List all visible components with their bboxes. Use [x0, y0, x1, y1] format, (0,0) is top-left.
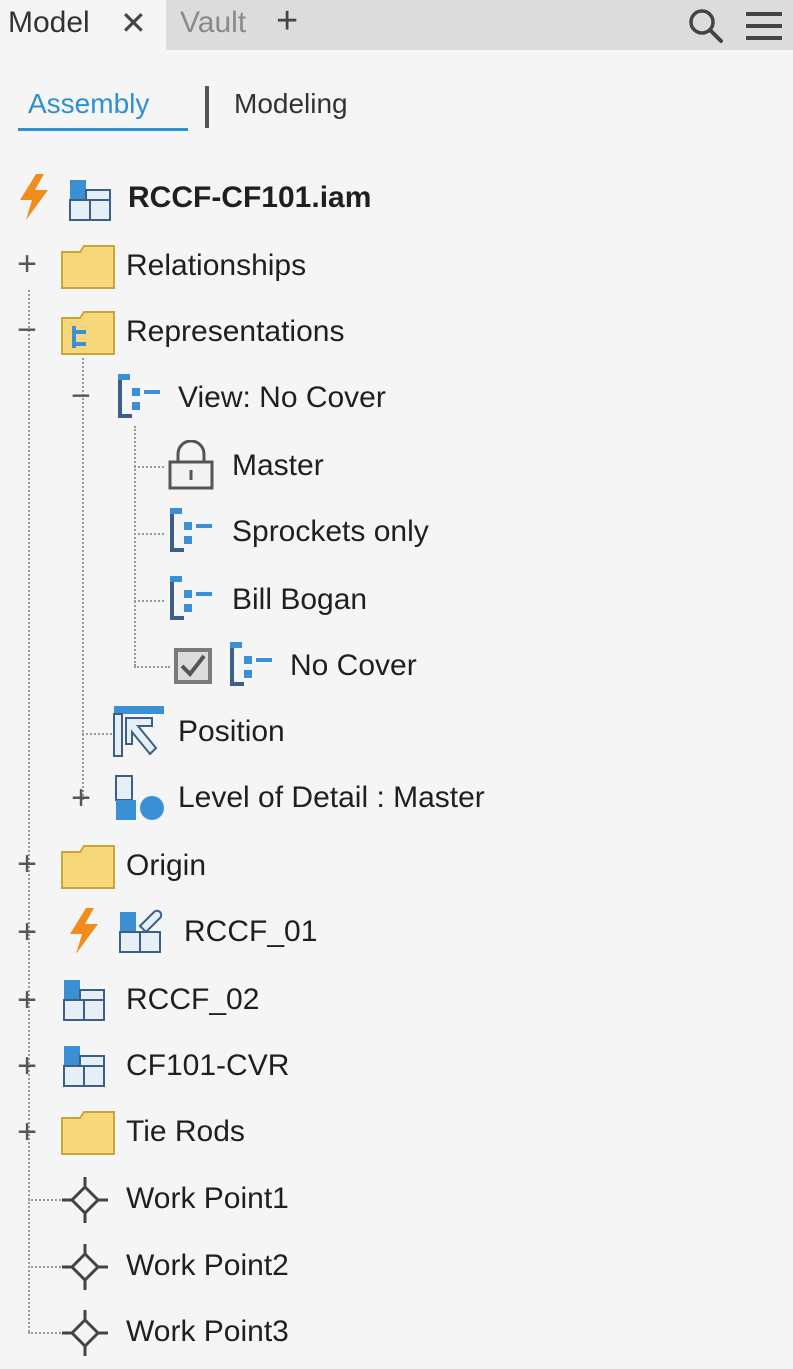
tree-root-assembly[interactable]: RCCF-CF101.iam: [0, 168, 793, 228]
view-rep-icon: [230, 642, 272, 686]
checkbox-checked-icon[interactable]: [172, 646, 214, 686]
level-of-detail-icon: [115, 775, 164, 820]
tree-item-bill-bogan[interactable]: Bill Bogan: [0, 570, 793, 630]
expand-icon[interactable]: +: [12, 1112, 42, 1152]
expand-icon[interactable]: +: [12, 244, 42, 284]
subtab-assembly[interactable]: Assembly: [28, 88, 149, 120]
tree-item-label: Master: [232, 449, 324, 482]
tree-item-label: Origin: [126, 849, 207, 882]
tree-item-label: RCCF_02: [126, 983, 260, 1016]
close-icon[interactable]: ✕: [120, 4, 147, 42]
view-rep-icon: [118, 374, 160, 418]
view-rep-icon: [170, 576, 212, 620]
subtab-modeling[interactable]: Modeling: [234, 88, 348, 120]
lock-icon: [168, 440, 214, 490]
tree-item-work-point-2[interactable]: Work Point2: [0, 1236, 793, 1296]
tree-item-sprockets-only[interactable]: Sprockets only: [0, 502, 793, 562]
tree-item-rccf-02[interactable]: + RCCF_02: [0, 970, 793, 1030]
tree-item-label: Work Point2: [126, 1249, 289, 1282]
expand-icon[interactable]: +: [12, 980, 42, 1020]
expand-icon[interactable]: +: [12, 1046, 42, 1086]
work-point-icon: [62, 1310, 108, 1356]
tree-item-label: Sprockets only: [232, 515, 429, 548]
work-point-icon: [62, 1177, 108, 1223]
tree-item-label: Work Point1: [126, 1182, 289, 1215]
collapse-icon[interactable]: −: [66, 376, 96, 416]
folder-icon: [61, 1111, 115, 1155]
tree-item-label: RCCF_01: [184, 915, 318, 948]
tree-item-label: No Cover: [290, 649, 417, 682]
tree-item-label: Representations: [126, 315, 345, 348]
tree-item-representations[interactable]: − Representations: [0, 302, 793, 362]
tree-item-work-point-1[interactable]: Work Point1: [0, 1169, 793, 1229]
hamburger-menu-icon[interactable]: [744, 10, 784, 47]
folder-icon: [61, 245, 115, 289]
active-subtab-indicator: [18, 128, 188, 131]
expand-icon[interactable]: +: [12, 912, 42, 952]
expand-icon[interactable]: +: [12, 844, 42, 884]
assembly-icon: [63, 1046, 105, 1087]
tree-item-label: Position: [178, 715, 285, 748]
tree-item-origin[interactable]: + Origin: [0, 836, 793, 896]
tree-root-label: RCCF-CF101.iam: [128, 181, 372, 214]
tree-item-level-of-detail[interactable]: + Level of Detail : Master: [0, 768, 793, 828]
add-tab-icon[interactable]: +: [276, 0, 298, 43]
tree-item-label: Work Point3: [126, 1315, 289, 1348]
subtab-divider: [205, 86, 209, 128]
assembly-icon: [69, 180, 111, 221]
tree-item-relationships[interactable]: + Relationships: [0, 236, 793, 296]
tree-item-label: Level of Detail : Master: [178, 781, 485, 814]
view-rep-icon: [170, 508, 212, 552]
representations-folder-icon: [61, 311, 115, 355]
position-rep-icon: [113, 706, 164, 757]
work-point-icon: [62, 1244, 108, 1290]
search-icon[interactable]: [686, 6, 726, 51]
assembly-icon: [63, 980, 105, 1021]
tree-item-work-point-3[interactable]: Work Point3: [0, 1302, 793, 1362]
tree-item-no-cover[interactable]: No Cover: [0, 636, 793, 696]
expand-icon[interactable]: +: [66, 778, 96, 818]
lightning-icon: [70, 908, 98, 954]
tab-vault[interactable]: Vault: [180, 6, 246, 40]
flexible-assembly-icon: [119, 909, 163, 953]
tree-item-cf101-cvr[interactable]: + CF101-CVR: [0, 1036, 793, 1096]
tree-item-label: View: No Cover: [178, 381, 386, 414]
lightning-icon: [20, 174, 48, 220]
tree-item-master[interactable]: Master: [0, 436, 793, 496]
tree-item-position[interactable]: Position: [0, 702, 793, 762]
tree-item-label: Relationships: [126, 249, 307, 282]
tree-item-label: Tie Rods: [126, 1115, 245, 1148]
folder-icon: [61, 845, 115, 889]
tree-item-label: CF101-CVR: [126, 1049, 290, 1082]
tree-item-view-rep[interactable]: − View: No Cover: [0, 368, 793, 428]
tree-item-rccf-01[interactable]: + RCCF_01: [0, 902, 793, 962]
browser-tab-bar: Model ✕ Vault +: [0, 0, 793, 50]
tab-model[interactable]: Model ✕: [0, 0, 166, 50]
collapse-icon[interactable]: −: [12, 310, 42, 350]
tab-model-label: Model: [8, 6, 90, 39]
tree-item-tie-rods[interactable]: + Tie Rods: [0, 1102, 793, 1162]
tree-item-label: Bill Bogan: [232, 583, 368, 616]
